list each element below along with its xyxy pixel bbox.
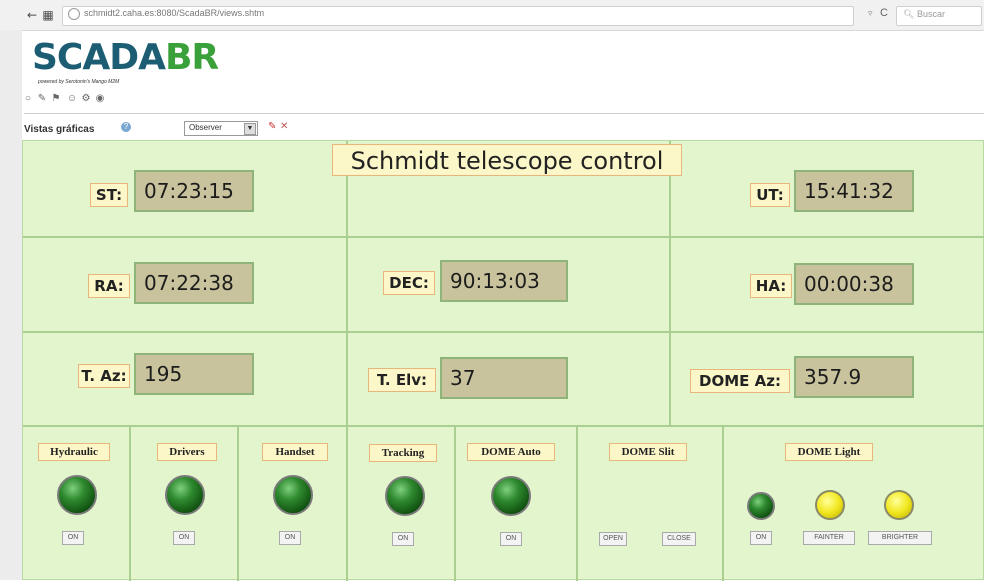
grid-divider xyxy=(237,427,239,581)
dome-light-brighter-button[interactable]: BRIGHTER xyxy=(868,531,932,545)
ha-label: HA: xyxy=(750,274,792,298)
dome-light-indicator xyxy=(747,492,775,520)
browser-side-strip xyxy=(0,30,22,580)
grid-divider xyxy=(346,427,348,581)
brighter-indicator xyxy=(884,490,914,520)
hydraulic-indicator xyxy=(57,475,97,515)
grid-divider xyxy=(23,236,984,238)
grid-divider xyxy=(129,427,131,581)
grid-divider xyxy=(23,425,984,427)
handset-label: Handset xyxy=(262,443,328,461)
ra-label: RA: xyxy=(88,274,130,298)
logo-tagline: powered by Serotonin's Mango M2M xyxy=(38,79,120,85)
reload-icon[interactable]: C xyxy=(880,7,888,19)
dome-az-value: 357.9 xyxy=(794,356,914,398)
grid-divider xyxy=(722,427,724,581)
dome-auto-on-button[interactable]: ON xyxy=(500,532,522,546)
tracking-indicator xyxy=(385,476,425,516)
settings-icon[interactable]: ⚙ xyxy=(80,93,92,105)
hydraulic-label: Hydraulic xyxy=(38,443,110,461)
dome-auto-label: DOME Auto xyxy=(467,443,555,461)
st-value: 07:23:15 xyxy=(134,170,254,212)
ra-value: 07:22:38 xyxy=(134,262,254,304)
dec-label: DEC: xyxy=(383,271,435,295)
edit-view-icon[interactable]: ✎ xyxy=(268,121,276,132)
user-icon[interactable]: ☺ xyxy=(66,93,78,105)
drivers-on-button[interactable]: ON xyxy=(173,531,195,545)
watchlist-icon[interactable]: ○ xyxy=(22,93,34,105)
dome-auto-indicator xyxy=(491,476,531,516)
st-label: ST: xyxy=(90,183,128,207)
dome-light-fainter-button[interactable]: FAINTER xyxy=(803,531,855,545)
grid-divider xyxy=(454,427,456,581)
grid-divider xyxy=(23,331,984,333)
grid-divider xyxy=(576,427,578,581)
dome-az-label: DOME Az: xyxy=(690,369,790,393)
handset-indicator xyxy=(273,475,313,515)
grid-divider xyxy=(346,141,348,427)
view-select[interactable]: Observer ▼ xyxy=(184,121,258,136)
home-icon[interactable]: ▦ xyxy=(40,7,56,23)
t-az-value: 195 xyxy=(134,353,254,395)
delete-view-icon[interactable]: ✕ xyxy=(280,121,288,132)
views-label: Vistas gráficas xyxy=(24,124,95,135)
t-elv-label: T. Elv: xyxy=(368,368,436,392)
grid-divider xyxy=(669,141,671,427)
hydraulic-on-button[interactable]: ON xyxy=(62,531,84,545)
flag-icon[interactable]: ⚑ xyxy=(50,93,62,105)
dome-slit-open-button[interactable]: OPEN xyxy=(599,532,627,546)
fainter-indicator xyxy=(815,490,845,520)
tracking-label: Tracking xyxy=(369,444,437,462)
chevron-down-icon: ▼ xyxy=(244,123,256,135)
dec-value: 90:13:03 xyxy=(440,260,568,302)
drivers-indicator xyxy=(165,475,205,515)
t-elv-value: 37 xyxy=(440,357,568,399)
back-arrow-icon[interactable]: ← xyxy=(24,7,40,23)
chevron-down-icon[interactable]: ▿ xyxy=(868,8,873,19)
search-placeholder: 🔍︎ Buscar xyxy=(903,9,945,19)
tracking-on-button[interactable]: ON xyxy=(392,532,414,546)
dome-slit-label: DOME Slit xyxy=(609,443,687,461)
dome-slit-close-button[interactable]: CLOSE xyxy=(662,532,696,546)
panel-title: Schmidt telescope control xyxy=(332,144,682,176)
t-az-label: T. Az: xyxy=(78,364,130,388)
handset-on-button[interactable]: ON xyxy=(279,531,301,545)
drivers-label: Drivers xyxy=(157,443,217,461)
scadabr-logo: SCADABR xyxy=(32,37,219,78)
ut-value: 15:41:32 xyxy=(794,170,914,212)
url-text: schmidt2.caha.es:8080/ScadaBR/views.shtm xyxy=(84,8,265,18)
header-divider xyxy=(24,113,984,114)
dome-light-label: DOME Light xyxy=(785,443,873,461)
globe-icon xyxy=(68,8,80,20)
help-icon[interactable]: ? xyxy=(121,122,131,132)
help-icon[interactable]: ◉ xyxy=(94,93,106,105)
ha-value: 00:00:38 xyxy=(794,263,914,305)
ut-label: UT: xyxy=(750,183,790,207)
dome-light-on-button[interactable]: ON xyxy=(750,531,772,545)
edit-icon[interactable]: ✎ xyxy=(36,93,48,105)
